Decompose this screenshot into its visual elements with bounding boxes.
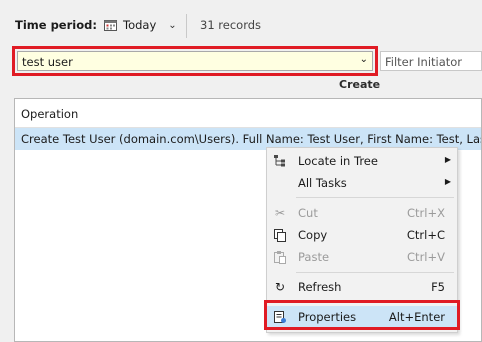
toolbar-separator (186, 14, 187, 38)
column-header-operation[interactable]: Operation (15, 99, 481, 128)
menu-item-cut[interactable]: ✂ Cut Ctrl+X (267, 202, 457, 224)
chevron-down-icon[interactable]: ⌄ (360, 54, 368, 65)
time-period-dropdown[interactable]: Today ⌄ (100, 13, 181, 37)
create-button[interactable]: Create (339, 78, 380, 91)
menu-item-label: All Tasks (298, 176, 347, 190)
initiator-filter-placeholder: Filter Initiator (385, 55, 463, 69)
time-period-label: Time period: (15, 18, 97, 32)
calendar-icon (104, 20, 117, 31)
menu-separator (296, 197, 454, 198)
initiator-filter-field[interactable]: Filter Initiator (380, 51, 482, 71)
menu-item-copy[interactable]: Copy Ctrl+C (267, 224, 457, 246)
menu-item-label: Locate in Tree (298, 154, 378, 168)
menu-item-locate-in-tree[interactable]: Locate in Tree ▶ (267, 150, 457, 172)
submenu-arrow-icon: ▶ (444, 155, 451, 164)
menu-item-label: Cut (298, 206, 318, 220)
submenu-arrow-icon: ▶ (444, 177, 451, 186)
menu-item-paste[interactable]: Paste Ctrl+V (267, 246, 457, 268)
menu-item-all-tasks[interactable]: All Tasks ▶ (267, 172, 457, 194)
table-cell: Create Test User (domain.com\Users). Ful… (21, 132, 481, 146)
operation-filter-value: test user (22, 55, 73, 69)
scissors-icon: ✂ (274, 206, 286, 220)
refresh-icon: ↻ (274, 280, 286, 294)
menu-item-refresh[interactable]: ↻ Refresh F5 (267, 276, 457, 298)
record-count: 31 records (200, 18, 262, 32)
menu-item-shortcut: F5 (431, 280, 445, 294)
menu-item-shortcut: Ctrl+V (407, 250, 445, 264)
menu-item-shortcut: Ctrl+C (406, 228, 445, 242)
locate-tree-icon (274, 155, 285, 167)
column-header-label: Operation (21, 107, 79, 121)
menu-item-shortcut: Ctrl+X (407, 206, 445, 220)
properties-highlight (264, 300, 460, 330)
paste-icon (274, 251, 286, 264)
chevron-down-icon: ⌄ (168, 19, 177, 31)
operation-filter-field[interactable]: test user ⌄ (17, 51, 373, 71)
copy-icon (274, 229, 286, 242)
menu-item-label: Refresh (298, 280, 342, 294)
time-period-value: Today (123, 18, 157, 32)
menu-separator (296, 272, 454, 273)
menu-item-label: Copy (298, 228, 328, 242)
menu-item-label: Paste (298, 250, 330, 264)
toolbar: Time period: Today ⌄ 31 records (0, 0, 482, 44)
